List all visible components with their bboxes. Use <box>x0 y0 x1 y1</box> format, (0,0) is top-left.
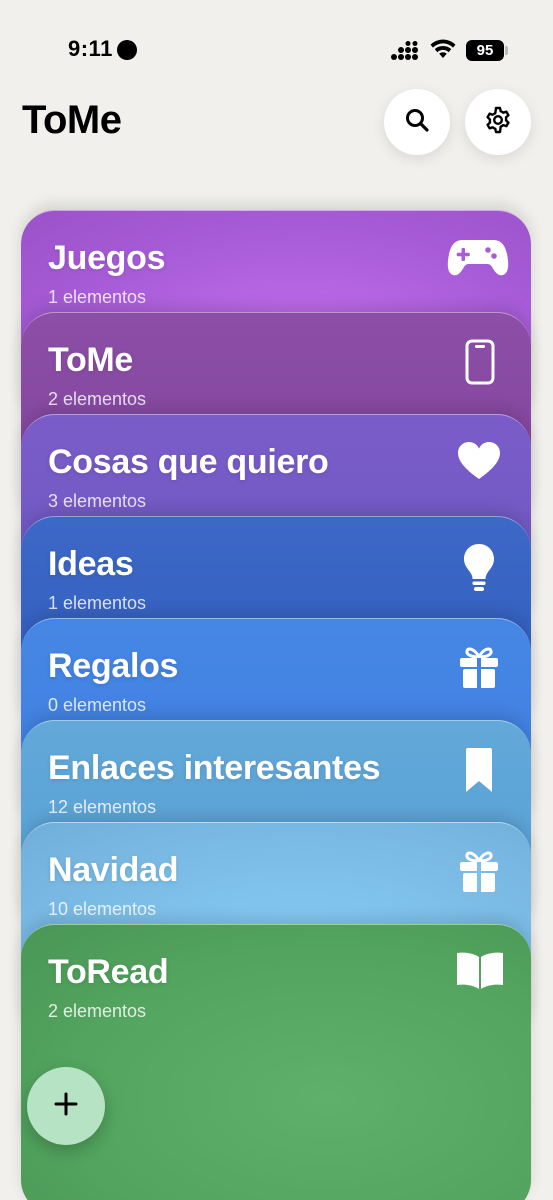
list-card-count: 0 elementos <box>48 695 147 715</box>
list-card-count: 1 elementos <box>48 593 147 613</box>
list-card-count: 2 elementos <box>48 389 147 409</box>
list-card-title: Juegos <box>48 239 166 277</box>
cellular-signal-icon <box>390 41 420 66</box>
settings-button[interactable] <box>465 89 531 155</box>
gift-icon <box>459 645 499 694</box>
status-time: 9:11 <box>68 36 113 61</box>
list-card-count: 12 elementos <box>48 797 157 817</box>
bookmark-icon <box>465 747 493 798</box>
wifi-icon <box>430 39 456 64</box>
book-icon <box>455 951 505 996</box>
list-card-count: 3 elementos <box>48 491 147 511</box>
page-title: ToMe <box>22 98 122 142</box>
list-card-count: 1 elementos <box>48 287 147 307</box>
search-button[interactable] <box>384 89 450 155</box>
battery-tip <box>505 46 508 55</box>
heart-icon <box>457 441 501 486</box>
list-card-title: ToRead <box>48 953 169 991</box>
lightbulb-icon <box>463 543 495 598</box>
list-card-title: Enlaces interesantes <box>48 749 381 787</box>
list-card-title: Navidad <box>48 851 179 889</box>
list-card-count: 10 elementos <box>48 899 157 919</box>
battery-indicator: 95 <box>466 40 504 61</box>
gift-icon <box>459 849 499 898</box>
iphone-icon <box>465 339 495 390</box>
gear-icon <box>483 105 513 140</box>
list-card-title: Ideas <box>48 545 134 583</box>
status-bar: 9:11 95 <box>0 0 553 100</box>
list-card-toread[interactable]: ToRead 2 elementos <box>21 924 531 1200</box>
recording-dot-icon <box>117 40 137 60</box>
search-icon <box>404 107 430 138</box>
list-card-title: ToMe <box>48 341 134 379</box>
gamecontroller-icon <box>447 237 509 282</box>
list-card-count: 2 elementos <box>48 1001 147 1021</box>
add-list-button[interactable] <box>27 1067 105 1145</box>
list-card-title: Cosas que quiero <box>48 443 329 481</box>
plus-icon <box>53 1091 79 1122</box>
list-card-title: Regalos <box>48 647 179 685</box>
